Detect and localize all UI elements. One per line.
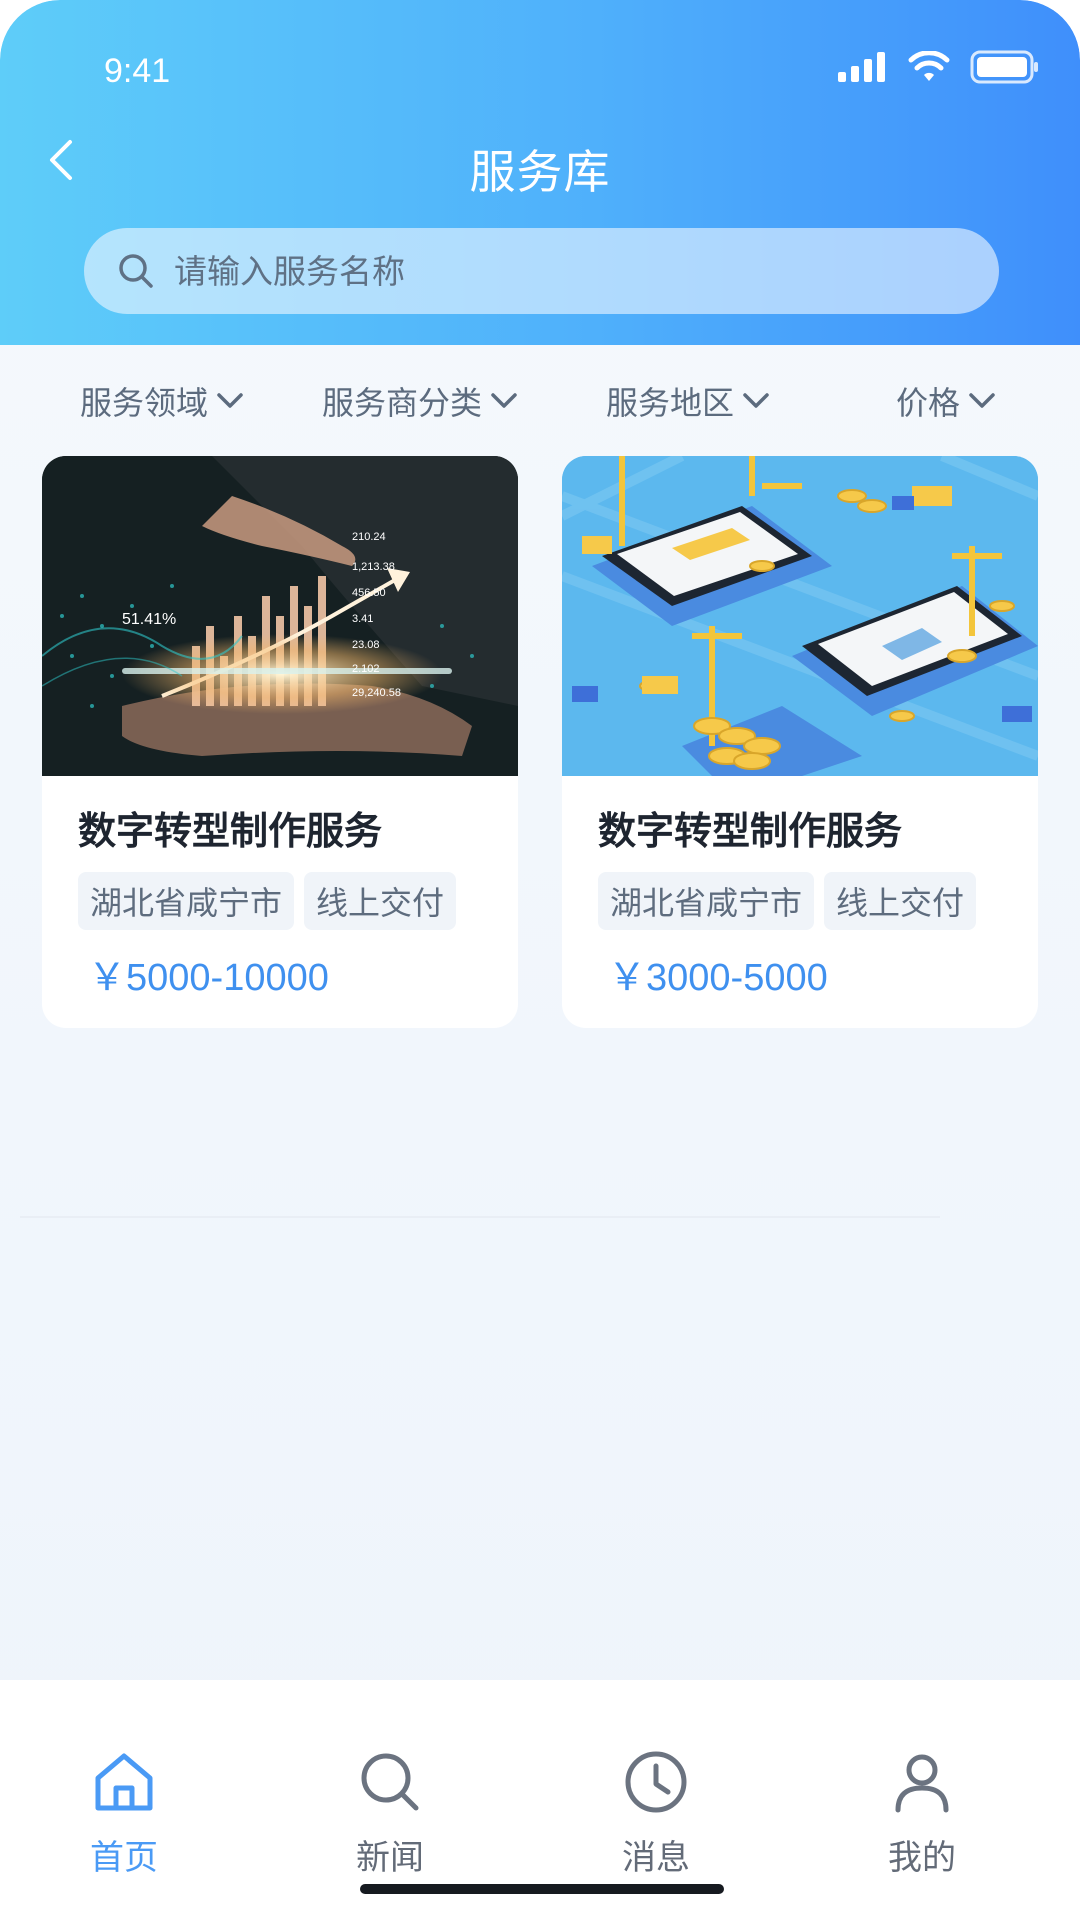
status-icons <box>838 50 1040 84</box>
card-price: ￥3000-5000 <box>608 957 828 999</box>
nav-item-messages[interactable]: 消息 <box>576 1746 736 1879</box>
service-image-construction <box>562 456 1038 776</box>
app-screen: 9:41 服务库 请输入服务名称 服务领域 服务商分类 服务地区 价格 51.4… <box>0 0 1080 1920</box>
nav-item-news[interactable]: 新闻 <box>310 1746 470 1879</box>
nav-item-home[interactable]: 首页 <box>44 1746 204 1879</box>
nav-label: 新闻 <box>356 1838 424 1878</box>
chevron-down-icon <box>217 393 243 408</box>
battery-icon <box>970 50 1038 84</box>
analytics-illustration: 51.41% 210.24 1,213.38 456.50 3.41 23.08… <box>42 456 518 776</box>
filter-service-domain[interactable]: 服务领域 <box>80 378 244 424</box>
user-icon <box>895 1754 949 1813</box>
tag-delivery: 线上交付 <box>304 872 457 930</box>
service-card[interactable]: 51.41% 210.24 1,213.38 456.50 3.41 23.08… <box>42 456 518 1028</box>
construction-illustration <box>562 456 1038 776</box>
search-input[interactable] <box>174 251 874 291</box>
search-icon <box>361 1753 419 1811</box>
filter-label: 服务领域 <box>80 384 209 422</box>
nav-label: 我的 <box>888 1838 956 1878</box>
search-icon <box>119 254 153 288</box>
chevron-down-icon <box>491 393 517 408</box>
card-tags: 湖北省咸宁市 线上交付 <box>78 872 457 930</box>
card-title: 数字转型制作服务 <box>598 809 903 853</box>
filter-provider-category[interactable]: 服务商分类 <box>322 378 518 424</box>
card-tags: 湖北省咸宁市 线上交付 <box>598 872 977 930</box>
header: 9:41 服务库 <box>0 0 1080 345</box>
card-price: ￥5000-10000 <box>88 957 329 999</box>
overlay-value: 1,213.38 <box>352 561 395 573</box>
chevron-down-icon <box>743 393 769 408</box>
home-indicator <box>360 1884 724 1894</box>
overlay-value: 29,240.58 <box>352 687 401 699</box>
tag-region: 湖北省咸宁市 <box>598 872 815 930</box>
search-bar[interactable] <box>84 228 999 314</box>
overlay-value: 210.24 <box>352 531 386 543</box>
filter-label: 服务地区 <box>606 384 735 422</box>
tag-delivery: 线上交付 <box>824 872 977 930</box>
filter-price[interactable]: 价格 <box>896 378 996 424</box>
status-time: 9:41 <box>104 52 171 90</box>
overlay-value: 23.08 <box>352 639 380 651</box>
overlay-percent: 51.41% <box>122 611 176 628</box>
tag-region: 湖北省咸宁市 <box>78 872 295 930</box>
card-title: 数字转型制作服务 <box>78 809 383 853</box>
filter-service-region[interactable]: 服务地区 <box>606 378 770 424</box>
overlay-value: 3.41 <box>352 613 373 625</box>
wifi-icon <box>908 51 950 81</box>
overlay-value: 2.102 <box>352 663 380 675</box>
nav-label: 消息 <box>622 1838 690 1878</box>
service-image-analytics: 51.41% 210.24 1,213.38 456.50 3.41 23.08… <box>42 456 518 776</box>
signal-icon <box>838 52 885 82</box>
service-card[interactable]: 数字转型制作服务 湖北省咸宁市 线上交付 ￥3000-5000 <box>562 456 1038 1028</box>
filter-label: 服务商分类 <box>322 384 483 422</box>
filter-label: 价格 <box>896 384 961 422</box>
chevron-down-icon <box>969 393 995 408</box>
overlay-value: 456.50 <box>352 587 386 599</box>
divider <box>20 1216 940 1218</box>
nav-label: 首页 <box>90 1838 158 1878</box>
nav-item-profile[interactable]: 我的 <box>842 1746 1002 1879</box>
filter-bar: 服务领域 服务商分类 服务地区 价格 <box>0 378 1080 428</box>
home-icon <box>95 1753 153 1811</box>
clock-icon <box>625 1751 687 1813</box>
page-title: 服务库 <box>469 145 611 199</box>
